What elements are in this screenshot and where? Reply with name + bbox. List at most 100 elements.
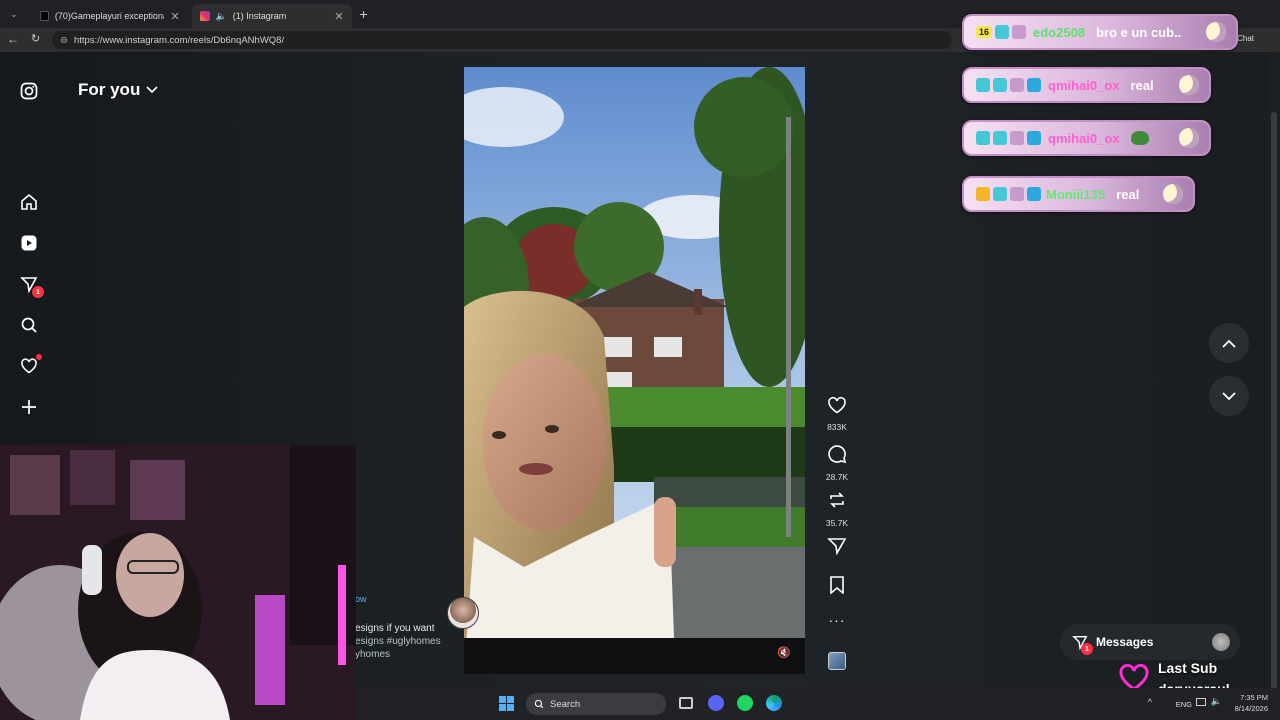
moon-icon [1179,75,1199,95]
gift-badge-icon [976,78,990,92]
spotify-icon[interactable] [737,695,753,711]
taskbar-search[interactable]: Search [526,693,666,715]
network-icon[interactable] [1196,698,1206,706]
notifications-heart-icon[interactable] [18,354,42,377]
messages-label: Messages [1096,635,1154,649]
reload-icon[interactable]: ↻ [31,32,40,45]
chevron-down-icon [1222,391,1236,400]
gift-badge-icon [976,131,990,145]
save-button[interactable] [822,576,852,599]
share-button[interactable] [822,537,852,560]
streamer-webcam [0,445,356,720]
more-options-button[interactable]: ··· [822,612,852,628]
cat-badge-icon [1010,131,1024,145]
overlay-chat-message: 16 edo2508 bro e un cub.. [962,14,1238,50]
notification-dot [36,354,42,360]
prime-badge-icon [1027,78,1041,92]
cat-badge-icon [1010,187,1024,201]
cat-badge-icon [1010,78,1024,92]
messages-button[interactable]: 1 Messages [1060,624,1240,660]
task-view-icon[interactable] [679,697,693,709]
moon-icon [1206,22,1226,42]
tab-instagram-label: (1) Instagram [232,11,287,21]
cat-badge-icon [1012,25,1027,39]
avatar [1212,633,1230,651]
repost-button[interactable]: 35.7K [822,490,852,528]
volume-icon[interactable]: 🔈 [1211,696,1222,707]
feed-title: For you [78,80,141,99]
clock-date: 8/14/2026 [1234,704,1268,713]
chat-username: Moniii135 [1046,186,1106,202]
feed-selector[interactable]: For you [78,80,158,100]
reels-icon[interactable] [18,232,40,254]
last-sub-label: Last Sub [1158,660,1218,676]
scroll-thumb[interactable] [1271,112,1277,712]
like-count: 833K [827,422,847,432]
heart-icon [828,396,846,414]
windows-start-icon[interactable] [499,696,514,711]
tab-youtube-label: (70)Gameplayuri exceptionale @rc [54,11,164,21]
audio-icon [828,652,846,670]
reel-caption[interactable]: esigns if you want esigns #uglyhomes yho… [355,622,465,661]
caption-line: yhomes [355,649,391,660]
moon-icon [1163,184,1183,204]
frog-emote-icon [1130,131,1149,145]
screen: ⌄ (70)Gameplayuri exceptionale @rc ✕ 🔈 (… [0,0,1280,720]
chat-button[interactable]: Chat [1237,34,1254,43]
instagram-favicon-icon [199,11,210,21]
overlay-chat-message: qmihai0_ox real [962,67,1211,103]
moon-icon [1179,128,1199,148]
tab-youtube[interactable]: (70)Gameplayuri exceptionale @rc ✕ [32,4,188,28]
page-scrollbar[interactable] [1268,52,1280,712]
next-reel-button[interactable] [1209,376,1249,416]
windows-taskbar: Search ^ ENG 🔈 7:35 PM 8/14/2026 [356,688,1280,720]
chat-text: real [1130,77,1154,93]
gift-badge-icon [993,78,1007,92]
chevron-down-icon [146,86,158,94]
site-info-icon[interactable]: ⊜ [60,35,68,46]
mute-icon[interactable]: 🔇 [777,646,791,659]
close-tab-icon[interactable]: ✕ [170,10,179,23]
speaker-icon[interactable]: 🔈 [216,11,227,22]
chat-text: real [1116,186,1140,202]
prime-badge-icon [1027,131,1041,145]
like-button[interactable]: 833K [822,396,852,432]
chat-username: qmihai0_ox [1048,130,1120,146]
clock-time: 7:35 PM [1240,693,1268,702]
repost-count: 35.7K [825,518,849,528]
previous-reel-button[interactable] [1209,323,1249,363]
edge-icon[interactable] [766,695,782,711]
overlay-chat-message: qmihai0_ox [962,120,1211,156]
new-tab-icon[interactable]: + [360,6,368,22]
comment-count: 28.7K [825,472,849,482]
url-text: https://www.instagram.com/reels/Db6nqANh… [73,34,285,46]
back-icon[interactable]: ← [7,32,19,46]
discord-icon[interactable] [708,695,724,711]
gift-badge-icon [993,131,1007,145]
tab-list-icon[interactable]: ⌄ [10,9,18,20]
url-field[interactable]: ⊜ https://www.instagram.com/reels/Db6nqA… [52,31,952,49]
chevron-up-icon [1222,339,1236,348]
share-icon [827,538,847,556]
tab-instagram[interactable]: 🔈 (1) Instagram ✕ [191,4,352,28]
close-tab-icon[interactable]: ✕ [334,10,343,23]
language-indicator[interactable]: ENG [1176,700,1192,709]
audio-thumbnail[interactable] [822,652,852,675]
search-icon [534,699,544,709]
search-icon[interactable] [18,314,40,336]
create-icon[interactable] [18,396,40,418]
chat-text: bro e un cub.. [1096,24,1182,40]
follow-button[interactable]: ow [355,594,367,604]
reel-video[interactable] [464,67,805,674]
webcam-frame [0,445,356,720]
home-icon[interactable] [18,191,40,213]
direct-messages-icon: 1 [1072,634,1093,655]
instagram-logo-icon[interactable] [18,80,40,102]
overlay-chat-message: Moniii135 real [962,176,1195,212]
caption-line: esigns if you want [355,623,435,634]
tray-chevron-icon[interactable]: ^ [1148,697,1152,707]
comment-button[interactable]: 28.7K [822,444,852,482]
clock[interactable]: 7:35 PM 8/14/2026 [1235,692,1268,714]
chat-username: qmihai0_ox [1048,77,1120,93]
direct-messages-icon[interactable]: 1 [18,273,44,298]
